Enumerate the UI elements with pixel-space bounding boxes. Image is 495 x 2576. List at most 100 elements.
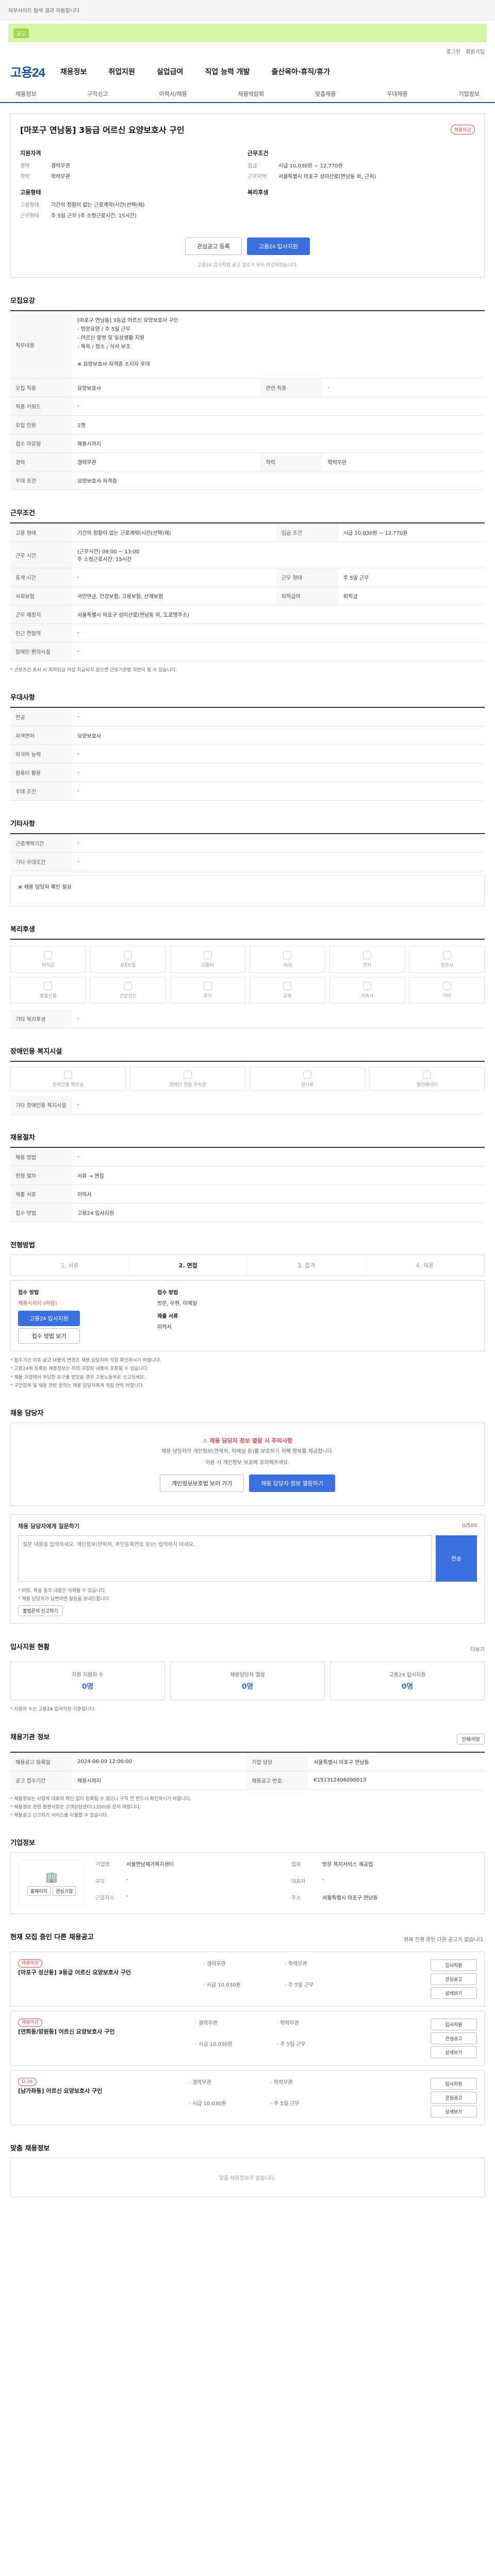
employment-title: 고용형태 bbox=[20, 189, 41, 196]
gnb-item-jobs[interactable]: 채용정보 bbox=[60, 66, 87, 77]
subnav-item[interactable]: 우대채용 bbox=[387, 90, 407, 98]
section-title: 채용 담당자 bbox=[10, 1409, 44, 1417]
benefit-icon bbox=[123, 951, 132, 959]
value: - bbox=[126, 1876, 128, 1883]
subnav-item[interactable]: 채용박람회 bbox=[238, 90, 265, 98]
row-label: 전형 절차 bbox=[10, 1166, 72, 1185]
gnb-item-benefit[interactable]: 실업급여 bbox=[157, 66, 184, 77]
gnb-item-leave[interactable]: 출산육아·휴직/휴가 bbox=[271, 66, 329, 77]
stat-label: 지원 지원자 수 bbox=[72, 1672, 104, 1679]
section-title: 근무조건 bbox=[10, 510, 35, 517]
view-method-button[interactable]: 접수 방법 보기 bbox=[18, 1328, 80, 1344]
row-label: 근무 예정지 bbox=[10, 605, 72, 624]
value: 서울특별시 마포구 연남동 bbox=[322, 1895, 378, 1902]
job-title-link[interactable]: [연희동/망원동] 어르신 요양보호사 구인 bbox=[18, 2027, 114, 2036]
label: 학력 bbox=[20, 174, 30, 180]
company-section: 기업정보 🏢 홈페이지 관심기업 기업명 서울연남재가복지센터 업종 방문 복지서비스… bbox=[10, 1837, 485, 1914]
row-value: - bbox=[72, 708, 485, 727]
print-button[interactable]: 인쇄/저장 bbox=[457, 1733, 485, 1744]
row-label: 기업 담당 bbox=[246, 1752, 309, 1771]
job-action-button[interactable]: 입사지원 bbox=[430, 2078, 477, 2090]
benefit-icon bbox=[64, 1070, 72, 1079]
preference-section: 우대사항 전공 - 자격면허 요양보호사 외국어 능력 - 컴퓨터 활용 - 우대 조건 - bbox=[10, 692, 485, 801]
label: 기타 장애인용 복지시설 bbox=[10, 1096, 72, 1115]
job-action-button[interactable]: 관심공고 bbox=[430, 2032, 477, 2045]
note: * 채용 담당자가 답변하면 알림을 보내드립니다. bbox=[18, 1597, 110, 1602]
signup-link[interactable]: 회원가입 bbox=[466, 47, 485, 55]
subnav-item[interactable]: 맞춤채용 bbox=[315, 90, 336, 98]
job-meta: · 주 5일 근무 bbox=[285, 1982, 314, 1988]
condition-title: 근무조건 bbox=[248, 150, 269, 157]
subnav-item[interactable]: 기업정보 bbox=[458, 90, 479, 98]
job-action-button[interactable]: 입사지원 bbox=[430, 1959, 477, 1972]
other-job-card[interactable]: 채용마감 [마포구 성산동] 3등급 어르신 요양보호사 구인 · 경력무관 · 학력… bbox=[10, 1952, 485, 2007]
homepage-button[interactable]: 홈페이지 bbox=[27, 1886, 51, 1896]
other-job-card[interactable]: 채용마감 [연희동/망원동] 어르신 요양보호사 구인 · 경력무관 · 학력무관 · … bbox=[10, 2011, 485, 2066]
job-action-button[interactable]: 상세보기 bbox=[430, 2106, 477, 2118]
job-meta: · 학력무관 bbox=[270, 2080, 293, 2086]
alert-text: 채용 담당자 정보 열람 시 주의사항 bbox=[209, 1437, 293, 1444]
step-item: 2. 면접 bbox=[129, 1255, 248, 1276]
table-row: 근무 시간 (근무시간) 09:00 ~ 13:00 주 소정근로시간: 15시간 bbox=[10, 541, 485, 568]
row-label: 근무 시간 bbox=[10, 541, 72, 568]
apply-label: 접수 방법 bbox=[18, 1290, 39, 1296]
gnb-item-training[interactable]: 직업 능력 개발 bbox=[205, 66, 250, 77]
gnb: 채용정보 취업지원 실업급여 직업 능력 개발 출산육아·휴직/휴가 bbox=[60, 66, 330, 77]
welfare-item: 퇴직금 bbox=[10, 946, 86, 973]
value: - bbox=[126, 1893, 128, 1900]
stat-card: 지원 지원자 수 0명 bbox=[10, 1662, 165, 1701]
apply-button[interactable]: 고용24 입사지원 bbox=[246, 238, 310, 255]
welfare-item: 명절선물 bbox=[10, 977, 86, 1004]
interest-company-button[interactable]: 관심기업 bbox=[53, 1886, 76, 1896]
more-link[interactable]: 더보기 bbox=[470, 1645, 485, 1653]
row-label: 경력 bbox=[10, 452, 72, 471]
row-label: 공고 접수기간 bbox=[10, 1771, 72, 1790]
job-action-button[interactable]: 입사지원 bbox=[430, 2019, 477, 2031]
benefit-icon bbox=[44, 981, 53, 990]
inquiry-title: 채용 담당자에게 질문하기 bbox=[18, 1522, 79, 1530]
green-banner[interactable]: 공고 bbox=[8, 24, 487, 42]
send-button[interactable]: 전송 bbox=[436, 1535, 477, 1582]
row-value: 기간의 정함이 없는 근로계약(시간(선택)제) bbox=[72, 523, 276, 542]
stepper: 1. 서류 2. 면접 3. 합격 4. 채용 bbox=[10, 1255, 485, 1277]
row-label: 학력 bbox=[260, 452, 323, 471]
row-label: 장애인 편의시설 bbox=[10, 642, 72, 661]
label: 고용형태 bbox=[20, 202, 39, 208]
logo[interactable]: 고용24 bbox=[10, 62, 45, 80]
save-interest-button[interactable]: 관심공고 등록 bbox=[185, 238, 242, 255]
inquiry-input[interactable] bbox=[18, 1535, 432, 1582]
job-action-button[interactable]: 상세보기 bbox=[430, 2046, 477, 2059]
step-item: 3. 합격 bbox=[248, 1255, 366, 1276]
job-title-link[interactable]: [남가좌동] 어르신 요양보호사 구인 bbox=[18, 2087, 102, 2095]
report-button[interactable]: 불법문의 신고하기 bbox=[18, 1605, 63, 1617]
value: 경력무관 bbox=[51, 163, 70, 169]
recruit-info-table: 채용공고 등록일 2024-06-09 12:00:00 기업 담당 서울특별시 마포… bbox=[10, 1752, 485, 1790]
section-title: 채용절차 bbox=[10, 1134, 35, 1142]
privacy-law-button[interactable]: 개인정보보호법 보러 가기 bbox=[160, 1474, 244, 1492]
other-job-card[interactable]: D-24 [남가좌동] 어르신 요양보호사 구인 · 경력무관 · 학력무관 · 시급 … bbox=[10, 2070, 485, 2126]
apply-button[interactable]: 고용24 입사지원 bbox=[18, 1311, 80, 1327]
job-action-button[interactable]: 관심공고 bbox=[430, 1973, 477, 1986]
welfare-item: 연차 bbox=[329, 946, 405, 973]
gnb-item-support[interactable]: 취업지원 bbox=[108, 66, 135, 77]
section-title: 맞춤 채용정보 bbox=[10, 2145, 50, 2153]
job-action-button[interactable]: 관심공고 bbox=[430, 2092, 477, 2104]
section-title: 모집요강 bbox=[10, 297, 35, 305]
job-meta: · 학력무관 bbox=[276, 2021, 299, 2027]
preference-table: 전공 - 자격면허 요양보호사 외국어 능력 - 컴퓨터 활용 - 우대 조건 - bbox=[10, 708, 485, 801]
job-title-link[interactable]: [마포구 성산동] 3등급 어르신 요양보호사 구인 bbox=[18, 1968, 131, 1976]
job-action-button[interactable]: 상세보기 bbox=[430, 1987, 477, 1999]
login-link[interactable]: 로그인 bbox=[447, 47, 461, 55]
view-contact-button[interactable]: 채용 담당자 정보 열람하기 bbox=[249, 1474, 335, 1492]
welfare-label: 교통비 bbox=[201, 962, 214, 968]
row-value: 주 5일 근무 bbox=[338, 568, 485, 587]
subnav-item[interactable]: 이력서/채용 bbox=[159, 90, 187, 98]
row-label: 채용 방법 bbox=[10, 1148, 72, 1167]
welfare-label: 건강검진 bbox=[119, 993, 137, 999]
status-badge: 채용마감 bbox=[18, 2019, 43, 2027]
section-title: 기타사항 bbox=[10, 820, 35, 828]
subnav-item[interactable]: 채용정보 bbox=[15, 90, 36, 98]
subnav-item[interactable]: 구직신고 bbox=[87, 90, 108, 98]
status-badge: 채용마감 bbox=[450, 124, 475, 134]
row-value: - bbox=[72, 1148, 485, 1167]
